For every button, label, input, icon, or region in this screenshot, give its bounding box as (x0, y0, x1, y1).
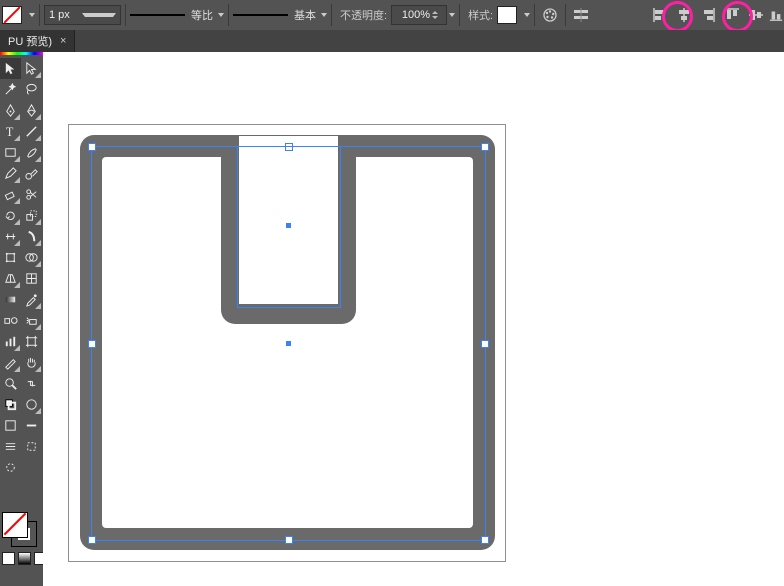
align-buttons-cluster (648, 0, 784, 30)
stroke-profile-preview (130, 14, 185, 16)
handle-s[interactable] (285, 536, 293, 544)
separator (534, 4, 535, 26)
align-top-button[interactable] (721, 4, 743, 26)
scale-tool[interactable] (21, 205, 42, 226)
scissors-tool[interactable] (21, 184, 42, 205)
gradient-tool[interactable] (0, 289, 21, 310)
line-tool[interactable] (21, 121, 42, 142)
direct-selection-tool[interactable] (21, 58, 42, 79)
symbol-sprayer-tool[interactable] (21, 310, 42, 331)
toolbox: T (0, 52, 43, 586)
mesh-tool[interactable] (21, 268, 42, 289)
style-label: 样式: (468, 7, 493, 23)
paintbrush-tool[interactable] (21, 142, 42, 163)
pencil-tool[interactable] (0, 163, 21, 184)
graphic-style-field[interactable] (497, 4, 530, 26)
stroke-width-value: 1 px (49, 9, 77, 21)
magic-wand-tool[interactable] (0, 79, 21, 100)
mini-color[interactable] (2, 552, 15, 565)
align-bottom-button[interactable] (769, 4, 783, 26)
extra-tool-4[interactable] (0, 436, 21, 457)
recolor-artwork-button[interactable] (539, 4, 561, 26)
toggle-fill-stroke[interactable] (21, 373, 42, 394)
pen-tool[interactable] (0, 100, 21, 121)
align-hcenter-button[interactable] (673, 4, 695, 26)
separator (228, 4, 229, 26)
zoom-tool[interactable] (0, 373, 21, 394)
width-tool[interactable] (0, 226, 21, 247)
separator (125, 4, 126, 26)
type-tool[interactable]: T (0, 121, 21, 142)
extra-tool-2[interactable] (0, 415, 21, 436)
extra-tool-1[interactable] (21, 394, 42, 415)
hand-tool[interactable] (21, 352, 42, 373)
opacity-value: 100% (396, 9, 430, 21)
handle-e[interactable] (481, 340, 489, 348)
mini-gradient[interactable] (18, 552, 31, 565)
selection-tool[interactable] (0, 58, 21, 79)
brush-preview (233, 14, 288, 16)
stroke-width-field[interactable]: 1 px (44, 5, 121, 25)
separator (331, 4, 332, 26)
opacity-field[interactable]: 100% (391, 5, 447, 25)
warp-tool[interactable] (21, 226, 42, 247)
extra-tool-3[interactable] (21, 415, 42, 436)
anchor-center-small[interactable] (286, 223, 291, 228)
fill-stroke-indicator[interactable] (2, 512, 40, 550)
handle-w[interactable] (88, 340, 96, 348)
handle-se[interactable] (481, 536, 489, 544)
extra-tool-5[interactable] (21, 436, 42, 457)
canvas-area[interactable] (43, 52, 784, 586)
align-vcenter-button[interactable] (745, 4, 767, 26)
slice-tool[interactable] (0, 352, 21, 373)
document-tab[interactable]: PU 预览) × (0, 30, 75, 52)
separator (39, 4, 40, 26)
shape-builder-tool[interactable] (21, 247, 42, 268)
eraser-tool[interactable] (0, 184, 21, 205)
rotate-tool[interactable] (0, 205, 21, 226)
align-panel-button[interactable] (570, 4, 592, 26)
blend-tool[interactable] (0, 310, 21, 331)
document-tab-title: PU 预览) (8, 33, 52, 49)
stroke-profile-label: 等比 (191, 7, 213, 23)
blob-brush-tool[interactable] (21, 163, 42, 184)
opacity-label: 不透明度: (340, 7, 387, 23)
perspective-tool[interactable] (0, 268, 21, 289)
eyedropper-tool[interactable] (21, 289, 42, 310)
options-bar: 1 px 等比 基本 不透明度: 100% 样式: (0, 0, 784, 30)
separator (565, 4, 566, 26)
brush-definition-field[interactable]: 基本 (233, 4, 327, 26)
stroke-profile-field[interactable]: 等比 (130, 4, 224, 26)
close-icon[interactable]: × (60, 35, 66, 47)
handle-sw[interactable] (88, 536, 96, 544)
stroke-swatch-none[interactable] (2, 4, 35, 26)
anchor-center-big[interactable] (286, 341, 291, 346)
handle-nw[interactable] (88, 143, 96, 151)
curvature-tool[interactable] (21, 100, 42, 121)
fill-swatch[interactable] (2, 512, 28, 538)
lasso-tool[interactable] (21, 79, 42, 100)
artboard-tool[interactable] (21, 331, 42, 352)
align-right-button[interactable] (697, 4, 719, 26)
tools-grid: T (0, 58, 43, 478)
app-root: 1 px 等比 基本 不透明度: 100% 样式: (0, 0, 784, 586)
free-transform-tool[interactable] (0, 247, 21, 268)
document-tab-bar: PU 预览) × (0, 30, 784, 52)
color-strip (0, 52, 43, 55)
rectangle-tool[interactable] (0, 142, 21, 163)
align-panel-icon (573, 7, 589, 23)
recolor-artwork-icon (542, 7, 558, 23)
color-mode-mini (2, 552, 47, 565)
handle-ne[interactable] (481, 143, 489, 151)
align-left-button[interactable] (649, 4, 671, 26)
column-graph-tool[interactable] (0, 331, 21, 352)
brush-label: 基本 (294, 7, 316, 23)
extra-tool-6[interactable] (0, 457, 21, 478)
separator (459, 4, 460, 26)
default-fill-stroke[interactable] (0, 394, 21, 415)
svg-text:T: T (6, 125, 14, 139)
